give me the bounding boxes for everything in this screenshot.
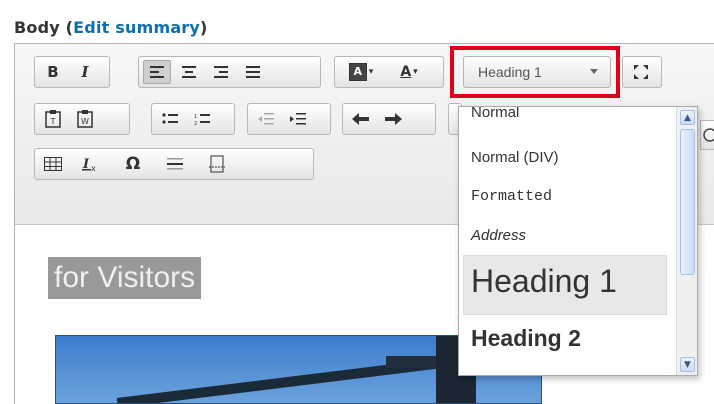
format-option-address[interactable]: Address [471,227,526,244]
numbered-list-icon: 12 [194,114,210,125]
justify-icon [246,66,260,78]
page-break-button[interactable] [203,152,231,176]
body-field-label: Body (Edit summary) [14,18,208,37]
svg-text:x: x [91,164,96,172]
outdent-button[interactable] [252,107,280,131]
format-dropdown-menu: Normal Normal (DIV) Formatted Address He… [458,106,698,376]
undo-button[interactable] [347,107,375,131]
bold-button[interactable]: B [39,60,67,84]
selected-heading-text[interactable]: for Visitors [48,257,202,299]
background-color-button[interactable]: A ▾ [339,60,383,84]
align-center-icon [182,66,196,78]
justify-button[interactable] [239,60,267,84]
scroll-up-icon[interactable]: ▲ [680,110,695,125]
paste-word-button[interactable]: W [71,107,99,131]
svg-text:W: W [81,117,89,126]
align-left-button[interactable] [143,60,171,84]
format-option-heading-2[interactable]: Heading 2 [471,325,581,352]
indent-icon [290,113,306,125]
align-group [138,56,321,88]
format-option-heading-1[interactable]: Heading 1 [471,263,617,300]
svg-text:T: T [50,117,56,126]
source-icon [703,128,714,142]
redo-button[interactable] [379,107,407,131]
align-right-button[interactable] [207,60,235,84]
remove-format-icon: Ix [82,157,96,172]
table-button[interactable] [39,152,67,176]
paste-text-icon: T [45,110,61,128]
body-label: Body [14,18,60,37]
align-center-button[interactable] [175,60,203,84]
background-color-icon: A [348,63,367,81]
scroll-thumb[interactable] [680,129,695,275]
table-icon [44,157,62,171]
svg-text:1: 1 [194,114,197,120]
horizontal-line-icon [167,158,183,170]
format-option-formatted[interactable]: Formatted [471,188,552,205]
bulleted-list-button[interactable] [156,107,184,131]
maximize-icon [634,65,648,79]
numbered-list-button[interactable]: 12 [188,107,216,131]
bulleted-list-icon [162,113,178,124]
align-right-icon [214,66,228,78]
redo-icon [385,113,402,125]
svg-text:2: 2 [194,121,197,125]
highlight-box [450,46,620,98]
outdent-icon [258,113,274,125]
indent-button[interactable] [284,107,312,131]
undo-icon [352,113,369,125]
text-color-icon: A [400,64,412,80]
maximize-group [622,56,662,88]
edit-summary-link[interactable]: Edit summary [73,18,200,37]
page-break-icon [209,155,225,173]
text-color-button[interactable]: A ▾ [387,60,431,84]
special-char-button[interactable]: Ω [119,152,147,176]
indent-group [247,103,331,135]
italic-button[interactable]: I [71,60,99,84]
clipboard-group: T W [34,103,130,135]
basic-style-group: B I [34,56,110,88]
horizontal-line-button[interactable] [161,152,189,176]
paste-word-icon: W [77,110,93,128]
remove-format-button[interactable]: Ix [77,152,105,176]
list-group: 12 [151,103,235,135]
align-left-icon [150,66,164,78]
history-group [342,103,436,135]
scroll-down-icon[interactable]: ▼ [680,357,695,372]
color-group: A ▾ A ▾ [334,56,444,88]
format-option-normal-div[interactable]: Normal (DIV) [471,149,559,166]
maximize-button[interactable] [627,60,655,84]
menu-scrollbar[interactable]: ▲ ▼ [676,107,697,375]
insert-group: Ix Ω [34,148,314,180]
format-option-normal[interactable]: Normal [471,107,519,121]
source-button-partial[interactable] [700,120,714,150]
paste-text-button[interactable]: T [39,107,67,131]
